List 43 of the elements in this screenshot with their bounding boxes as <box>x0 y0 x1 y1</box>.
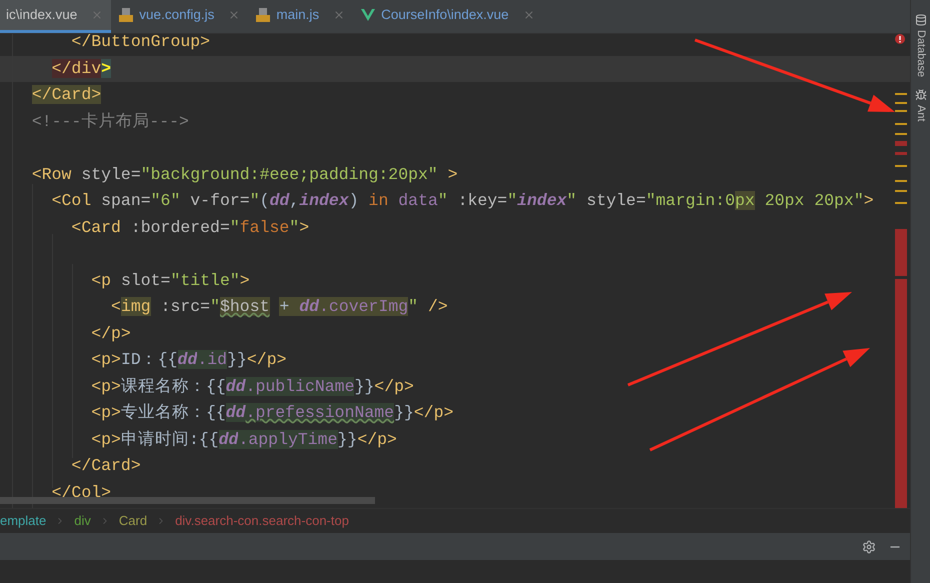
close-icon[interactable] <box>522 9 535 21</box>
close-icon[interactable] <box>91 9 104 21</box>
tool-window-label: Ant <box>915 105 926 122</box>
tool-window-button[interactable]: Database <box>914 14 926 78</box>
tab-label: CourseInfo\index.vue <box>381 6 509 24</box>
code-line: <img :src="$host + dd.coverImg" /> <box>110 296 448 318</box>
code-line: </p> <box>90 322 131 344</box>
breadcrumb[interactable]: div <box>74 510 91 530</box>
breadcrumb[interactable]: Card <box>118 510 148 530</box>
tab-label: ic\index.vue <box>6 6 78 24</box>
editor-tab[interactable]: ic\index.vue <box>0 0 112 33</box>
bug-icon <box>914 89 926 102</box>
editor-tab[interactable]: CourseInfo\index.vue <box>353 0 543 33</box>
code-line: </Col> <box>50 482 112 504</box>
code-line: <p>ID：{{dd.id}}</p> <box>90 349 286 371</box>
editor-tab[interactable]: main.js <box>248 0 354 33</box>
js-file-icon <box>256 8 270 22</box>
close-icon[interactable] <box>333 9 346 21</box>
close-icon[interactable] <box>228 9 240 21</box>
code-line: </Card> <box>70 455 141 477</box>
code-line: <Col span="6" v-for="(dd,index) in data" :key="index" style="margin:0px 20px 20px"> <box>50 190 874 212</box>
tab-label: vue.config.js <box>139 6 214 24</box>
code-line: <Card :bordered="false"> <box>70 216 310 238</box>
code-line: <p>申请时间:{{dd.applyTime}}</p> <box>90 428 397 450</box>
database-icon <box>914 14 926 26</box>
code-line: <p slot="title"> <box>90 270 250 292</box>
code-line: </div> <box>50 58 112 80</box>
tool-window-button[interactable]: Ant <box>914 89 926 122</box>
code-line: <p>课程名称：{{dd.publicName}}</p> <box>90 376 414 398</box>
vue-file-icon <box>361 9 376 21</box>
breadcrumb[interactable]: emplate <box>0 510 46 530</box>
error-icon <box>895 34 905 44</box>
tool-window-label: Database <box>915 30 926 78</box>
horizontal-scrollbar[interactable] <box>0 497 375 504</box>
settings-icon[interactable] <box>862 540 876 554</box>
code-line: </ButtonGroup> <box>70 34 210 53</box>
code-comment: <!---卡片布局---> <box>30 110 189 132</box>
breadcrumb[interactable]: div.search-con.search-con-top <box>175 510 349 530</box>
tab-label: main.js <box>276 6 320 24</box>
code-line: <Row style="background:#eee;padding:20px" > <box>30 164 458 186</box>
js-file-icon <box>119 8 134 22</box>
code-line: <p>专业名称：{{dd.prefessionName}}</p> <box>90 402 454 424</box>
editor-tab[interactable]: vue.config.js <box>111 0 248 33</box>
